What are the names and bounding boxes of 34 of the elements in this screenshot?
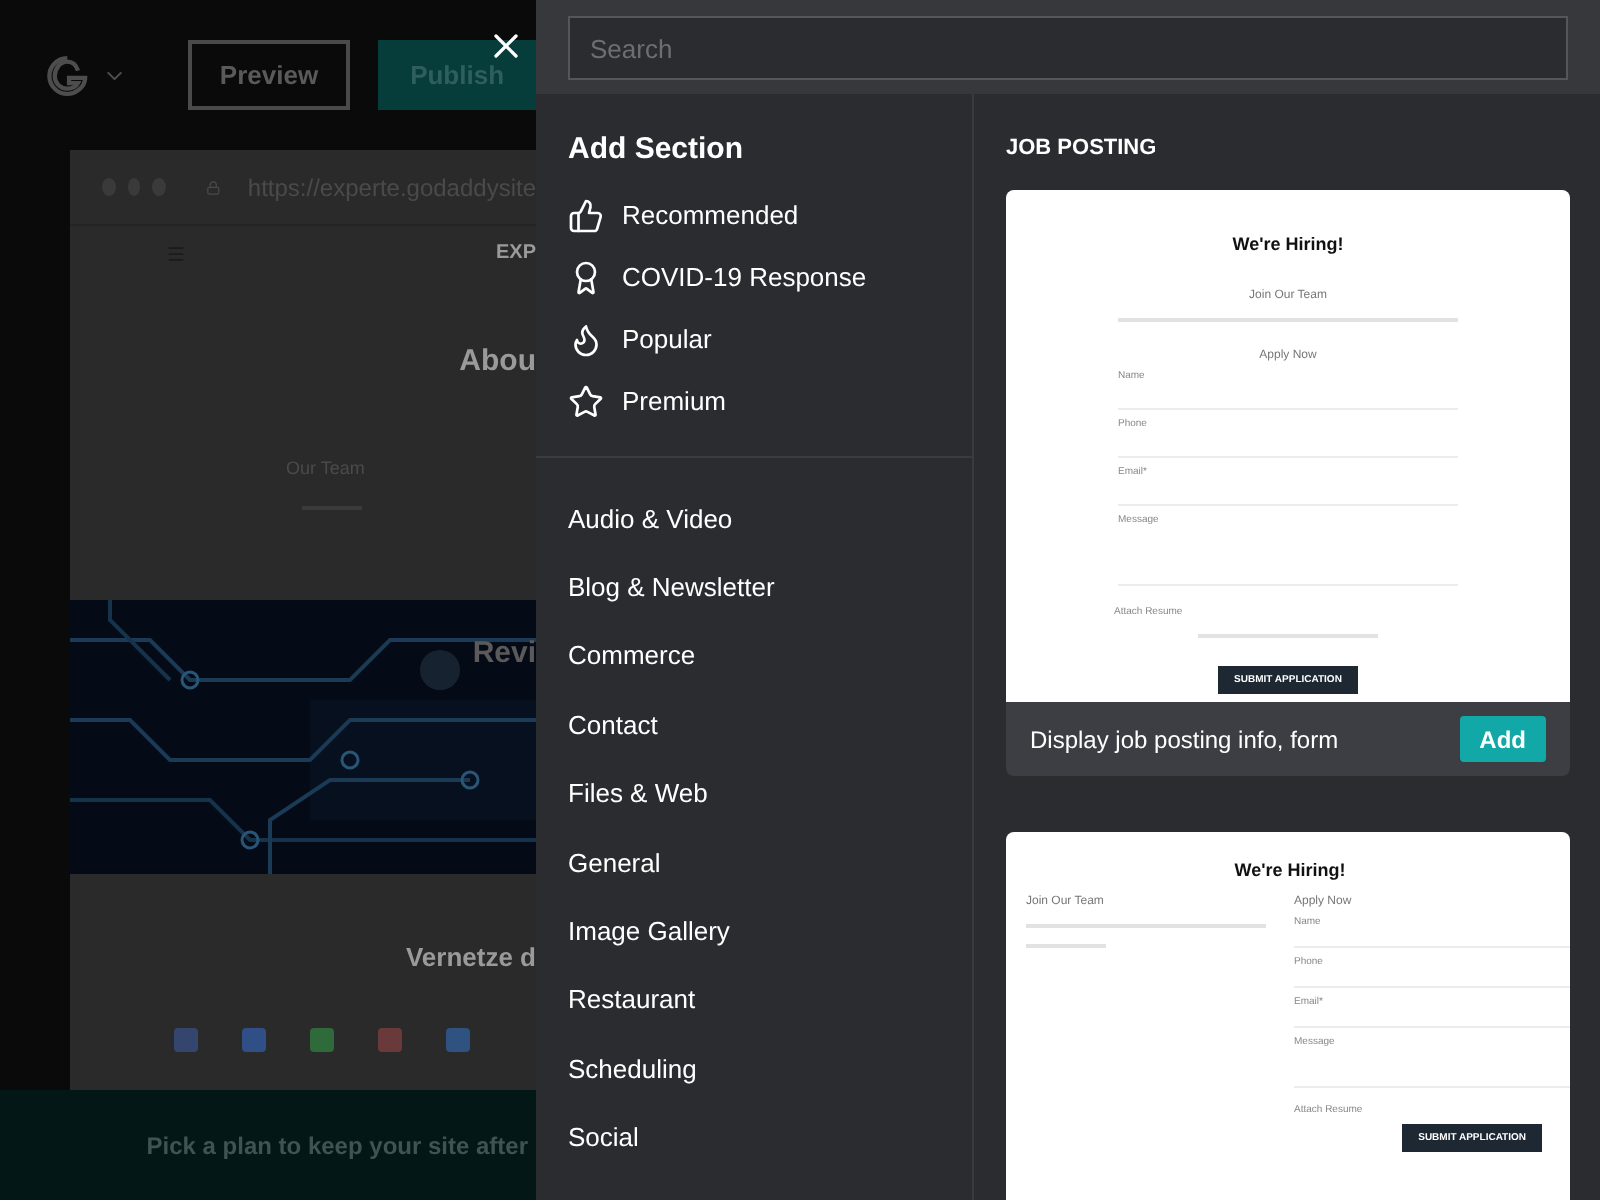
social-icon — [310, 1028, 334, 1052]
category-item[interactable]: Social — [536, 1103, 972, 1172]
search-field[interactable]: Search — [568, 16, 1568, 80]
star-icon — [568, 383, 604, 419]
site-brand: EXP — [495, 242, 536, 264]
category-item[interactable]: Files & Web — [536, 759, 972, 828]
group-title: JOB POSTING — [1006, 136, 1159, 160]
category-item[interactable]: General — [536, 827, 972, 897]
category-item[interactable]: Commerce — [536, 621, 972, 691]
preview-title: We're Hiring! — [1234, 860, 1346, 880]
thumbs-up-icon — [568, 197, 604, 233]
featured-category[interactable]: Premium — [536, 370, 972, 432]
plan-message: Pick a plan to keep your site after — [146, 1131, 528, 1159]
category-item[interactable]: Blog & Newsletter — [536, 552, 972, 622]
section-heading: Vernetze d — [405, 942, 536, 972]
featured-category[interactable]: Recommended — [536, 184, 972, 246]
section-heading: Abou — [459, 344, 536, 378]
category-item[interactable]: Audio & Video — [536, 484, 972, 553]
social-icon — [378, 1028, 402, 1052]
preview-title: We're Hiring! — [1232, 234, 1344, 254]
social-icon — [174, 1028, 198, 1052]
featured-category[interactable]: Popular — [536, 308, 972, 370]
social-icon — [446, 1028, 470, 1052]
lock-icon — [205, 177, 220, 197]
category-item[interactable]: Scheduling — [536, 1034, 972, 1104]
category-item[interactable]: Image Gallery — [536, 896, 972, 966]
template-description: Display job posting info, form — [1030, 725, 1339, 753]
panel-title: Add Section — [566, 132, 746, 166]
social-icon — [242, 1028, 266, 1052]
banner-heading: Revi — [472, 636, 536, 670]
category-item[interactable]: Restaurant — [536, 965, 972, 1035]
flame-icon — [568, 321, 604, 357]
category-item[interactable]: Contact — [536, 690, 972, 760]
featured-category[interactable]: COVID-19 Response — [536, 246, 972, 308]
